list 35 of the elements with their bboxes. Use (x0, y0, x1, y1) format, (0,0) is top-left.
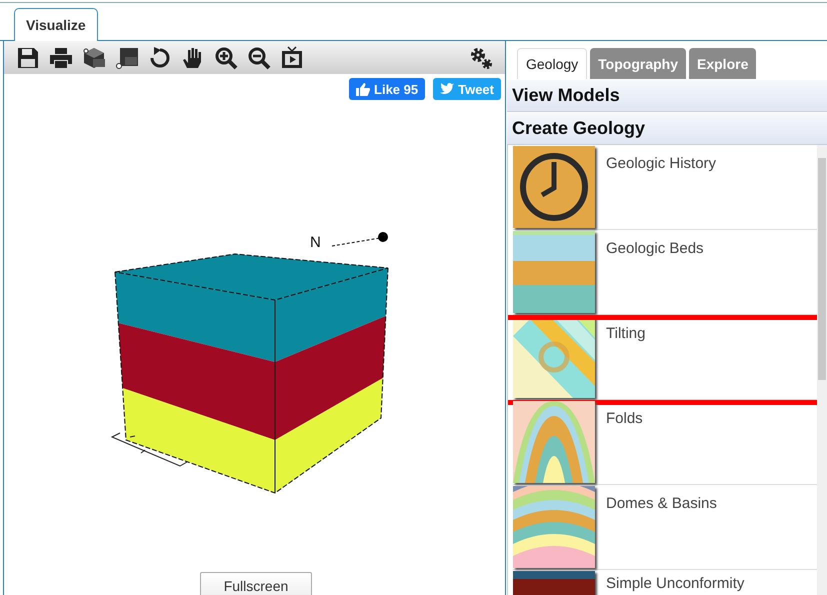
geology-item[interactable]: Simple Unconformity (513, 570, 817, 595)
plane-2d-icon[interactable] (115, 46, 139, 70)
save-icon[interactable] (16, 46, 40, 70)
print-icon[interactable] (49, 46, 73, 70)
fold-icon (513, 401, 595, 483)
geology-item[interactable]: Folds (513, 400, 817, 485)
item-label: Simple Unconformity (605, 574, 744, 592)
rotate-icon[interactable] (148, 46, 172, 70)
wavy-stripes-icon (513, 486, 595, 568)
item-label: Geologic Beds (605, 239, 704, 257)
geology-item[interactable]: Geologic History (513, 145, 817, 230)
tv-icon[interactable] (280, 46, 304, 70)
settings-icon[interactable] (469, 46, 493, 70)
north-label: N (310, 234, 321, 251)
zoom-out-icon[interactable] (247, 46, 271, 70)
item-label: Folds (605, 409, 643, 427)
fullscreen-button[interactable]: Fullscreen (200, 572, 312, 595)
section-header[interactable]: Create Geology (507, 112, 827, 145)
item-label: Domes & Basins (605, 494, 717, 512)
like-button[interactable]: Like 95 (349, 78, 426, 100)
item-label: Tilting (605, 324, 646, 342)
north-pointer (332, 232, 388, 246)
zoom-in-icon[interactable] (214, 46, 238, 70)
bird-icon (440, 83, 454, 95)
geology-item[interactable]: Domes & Basins (513, 485, 817, 570)
clock-icon (513, 146, 595, 228)
geology-item[interactable]: Geologic Beds (513, 230, 817, 315)
stripes-icon (513, 231, 595, 313)
thumbs-up-icon (356, 82, 370, 96)
scrollbar[interactable] (817, 145, 827, 595)
visualize-tab[interactable]: Visualize (14, 8, 98, 41)
panel-tab[interactable]: Geology (517, 48, 588, 79)
item-label: Geologic History (605, 154, 716, 172)
cube-3d-icon[interactable] (82, 46, 106, 70)
section-header[interactable]: View Models (507, 79, 827, 112)
